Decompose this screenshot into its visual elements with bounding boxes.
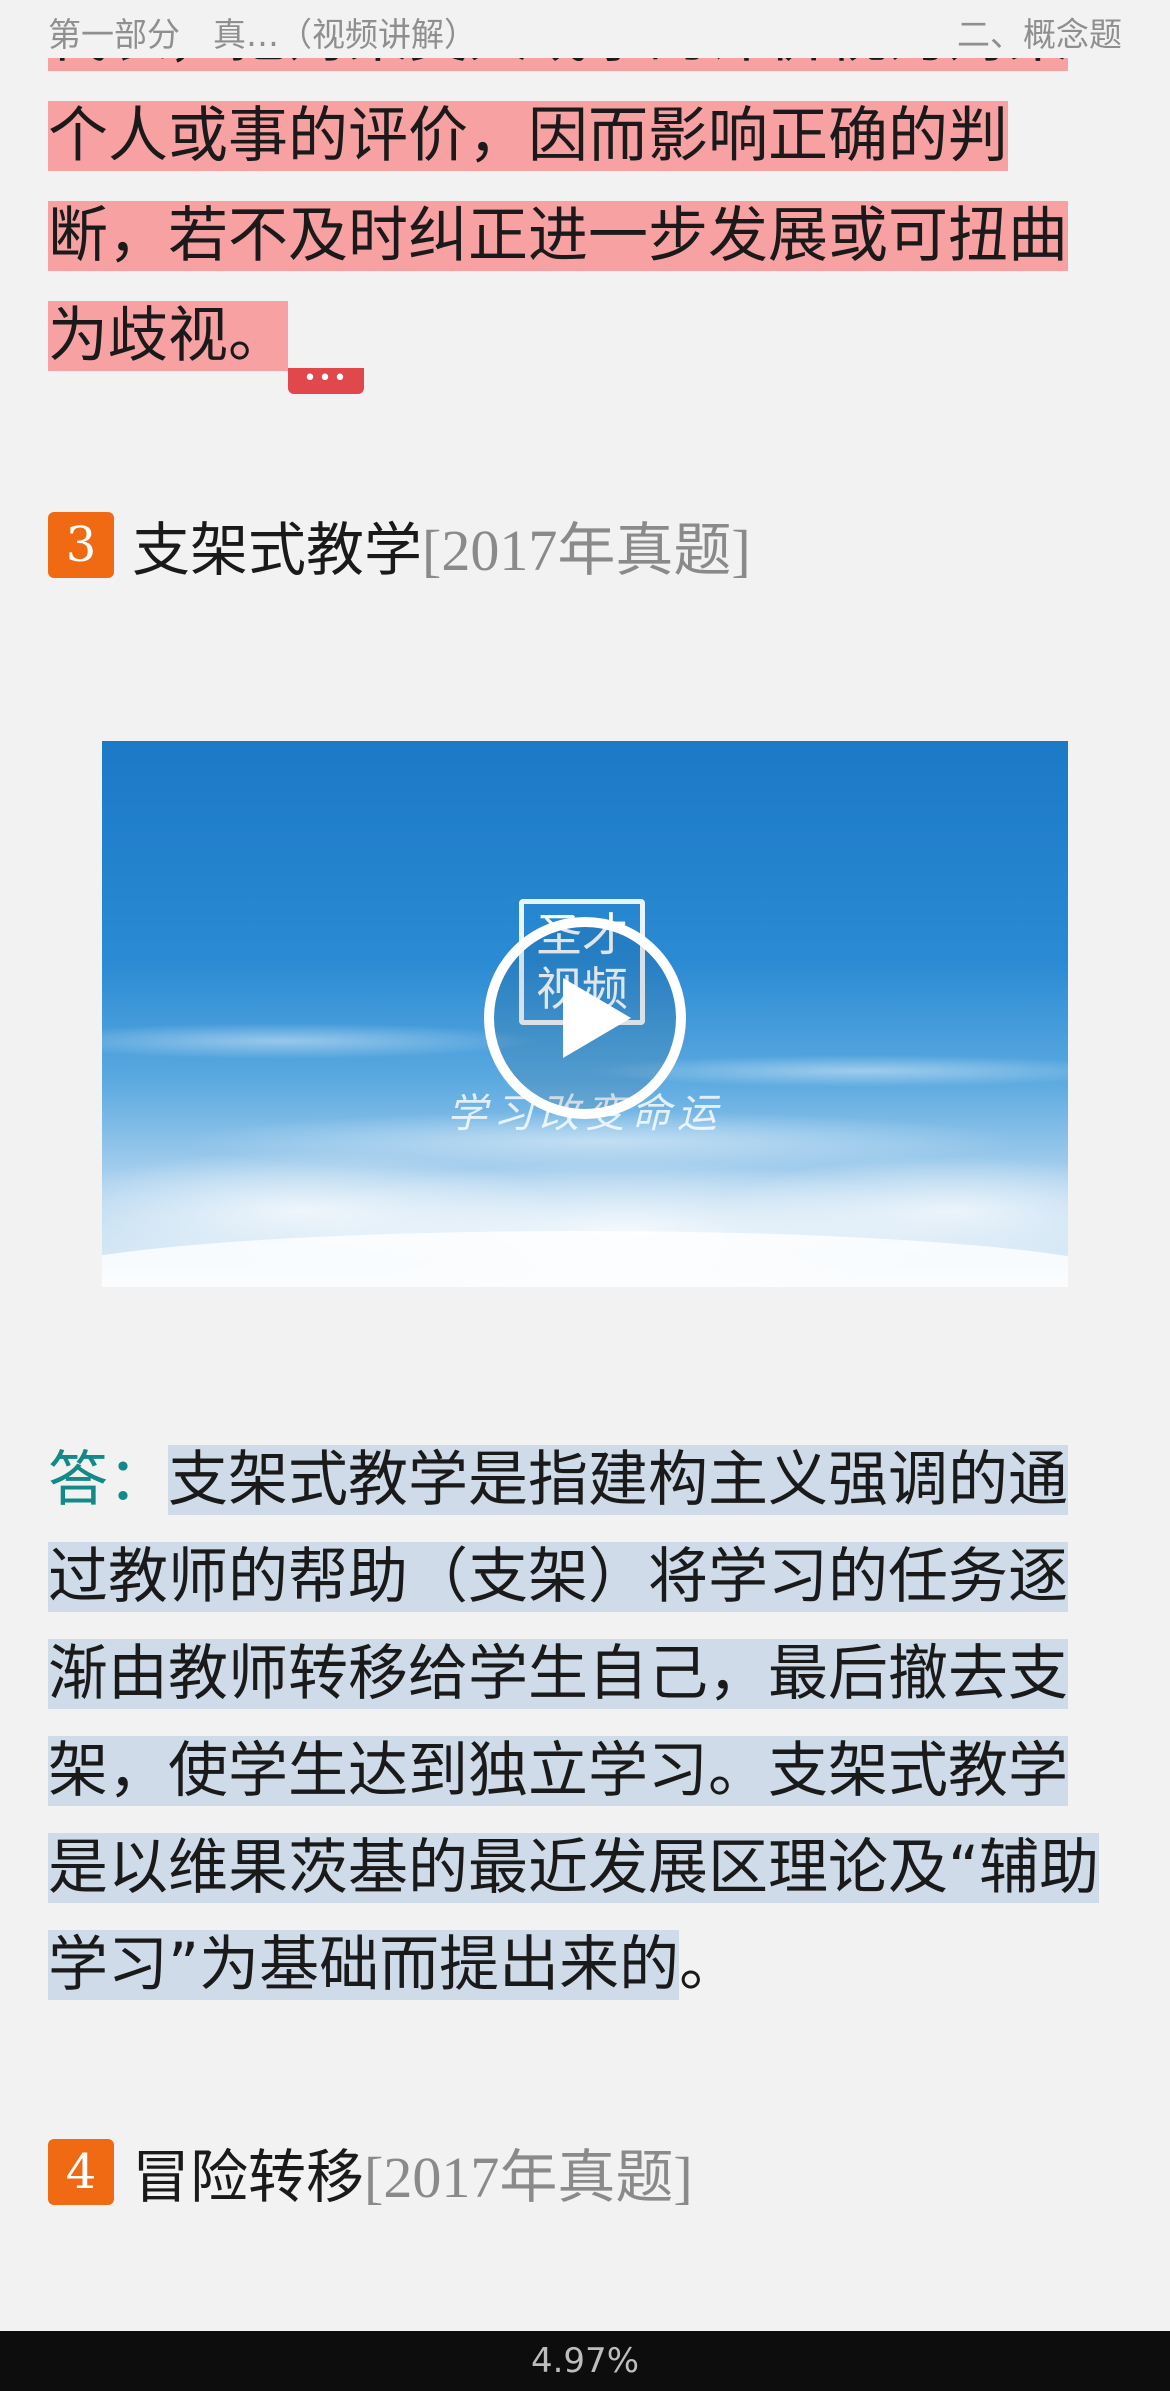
section-4-heading: 4 冒险转移 [2017年真题] — [48, 2137, 693, 2211]
reading-progress-bar: 4.97% — [0, 2331, 1170, 2391]
play-icon — [484, 917, 686, 1119]
answer-end-mark: 。 — [679, 1930, 740, 2000]
answer-line[interactable]: 过教师的帮助（支架）将学习的任务逐 — [48, 1542, 1068, 1612]
paragraph-line[interactable]: 为歧视。 — [48, 301, 288, 371]
reader-header: 第一部分 真…（视频讲解） 二、概念题 — [0, 0, 1170, 58]
reading-progress-text: 4.97% — [530, 2341, 639, 2381]
answer-line[interactable]: 学习”为基础而提出来的 — [48, 1930, 680, 2000]
play-button[interactable] — [483, 916, 687, 1120]
exam-year-tag: [2017年真题] — [364, 2145, 693, 2210]
highlight-more-button[interactable]: ••• — [288, 368, 364, 394]
chapter-breadcrumb[interactable]: 第一部分 真…（视频讲解） — [48, 8, 477, 56]
video-player[interactable]: 圣才 视频 学习改变命运 — [102, 741, 1068, 1287]
answer-line[interactable]: 支架式教学是指建构主义强调的通 — [168, 1445, 1068, 1515]
answer-line[interactable]: 渐由教师转移给学生自己，最后撤去支 — [48, 1639, 1068, 1709]
answer-line[interactable]: 架，使学生达到独立学习。支架式教学 — [48, 1736, 1068, 1806]
section-title-header[interactable]: 二、概念题 — [957, 8, 1122, 56]
paragraph-line[interactable]: 断，若不及时纠正进一步发展或可扭曲 — [48, 201, 1068, 271]
exam-year-tag: [2017年真题] — [422, 518, 751, 583]
section-3-heading: 3 支架式教学 [2017年真题] — [48, 510, 751, 584]
section-number-badge: 3 — [48, 512, 114, 578]
section-number-badge: 4 — [48, 2139, 114, 2205]
section-title: 冒险转移 — [132, 2143, 365, 2211]
answer-line[interactable]: 是以维果茨基的最近发展区理论及“辅助 — [48, 1833, 1100, 1903]
paragraph-line[interactable]: 个人或事的评价，因而影响正确的判 — [48, 101, 1008, 171]
answer-label: 答： — [48, 1445, 168, 1515]
section-title: 支架式教学 — [132, 516, 423, 584]
